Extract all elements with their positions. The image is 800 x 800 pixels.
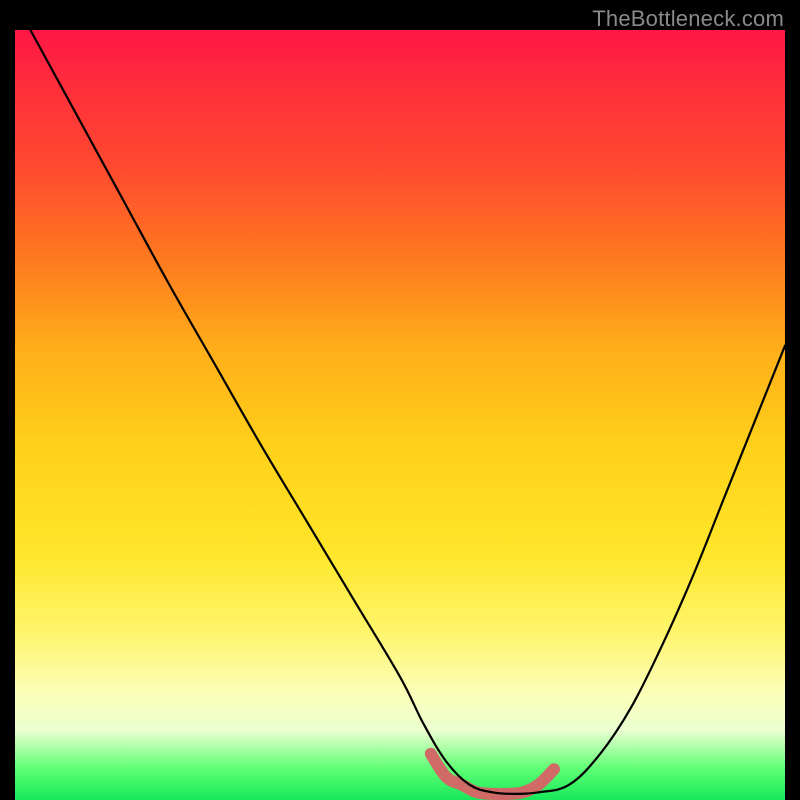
- chart-frame: [15, 30, 785, 800]
- highlight-curve: [431, 754, 554, 794]
- bottleneck-curve: [30, 30, 785, 794]
- chart-svg: [15, 30, 785, 800]
- plot-area: [15, 30, 785, 800]
- attribution-label: TheBottleneck.com: [592, 6, 784, 32]
